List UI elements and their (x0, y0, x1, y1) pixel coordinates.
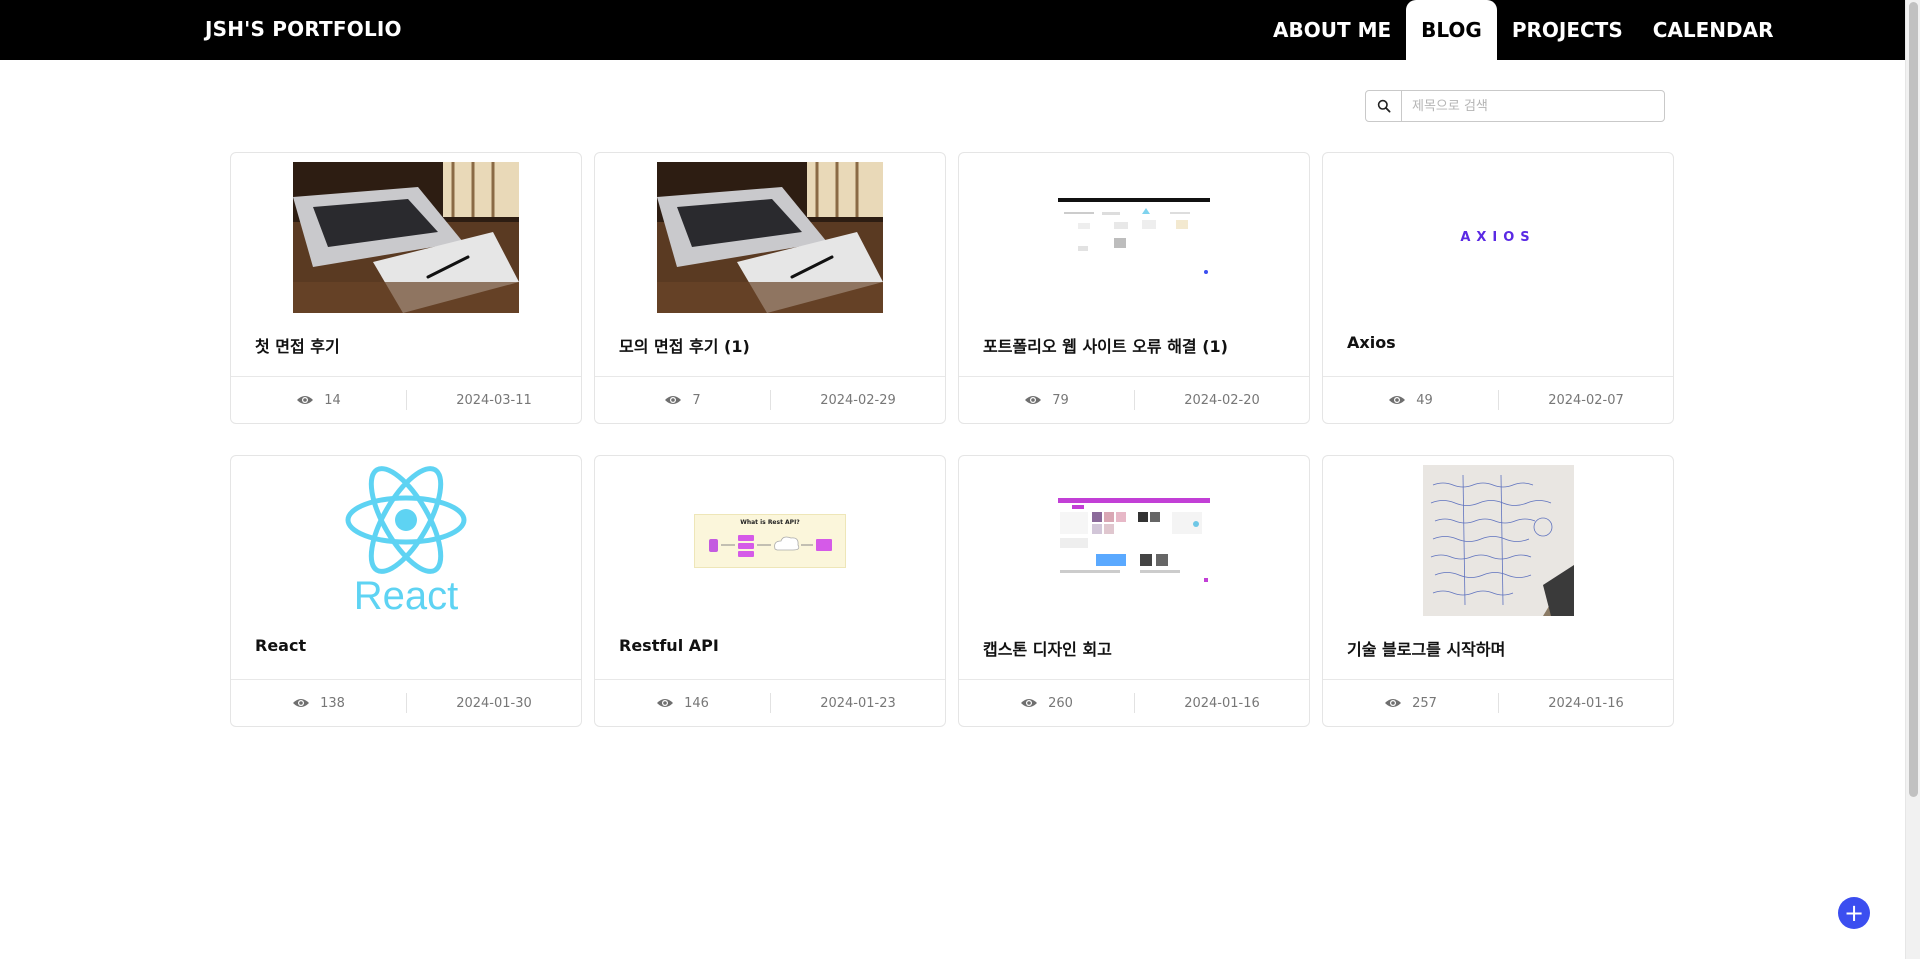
view-count-value: 7 (692, 392, 701, 408)
search-icon (1377, 99, 1391, 113)
post-card[interactable]: AXIOS Axios 49 2024-02-07 (1322, 152, 1674, 424)
post-meta: 7 2024-02-29 (595, 376, 945, 423)
post-date: 2024-02-07 (1548, 392, 1624, 408)
add-post-button[interactable]: + (1838, 897, 1870, 929)
post-thumbnail (1385, 465, 1611, 616)
nav-projects[interactable]: PROJECTS (1497, 0, 1638, 60)
post-meta: 260 2024-01-16 (959, 679, 1309, 726)
post-grid: 첫 면접 후기 14 2024-03-11 모의 면접 후기 (1) 7 202… (230, 152, 1674, 727)
post-meta: 14 2024-03-11 (231, 376, 581, 423)
view-count: 146 (595, 693, 771, 713)
nav-blog[interactable]: BLOG (1406, 0, 1497, 60)
search-input[interactable] (1402, 91, 1664, 121)
eye-icon (1021, 699, 1038, 707)
search-bar (1365, 90, 1665, 122)
search-button[interactable] (1366, 91, 1402, 121)
scrollbar-thumb[interactable] (1909, 2, 1918, 797)
view-count: 49 (1323, 390, 1499, 410)
website-screenshot (1058, 197, 1210, 278)
eye-icon (657, 699, 674, 707)
post-date: 2024-01-16 (1184, 695, 1260, 711)
view-count-value: 257 (1412, 695, 1437, 711)
post-meta: 146 2024-01-23 (595, 679, 945, 726)
view-count-value: 79 (1052, 392, 1069, 408)
eye-icon (297, 396, 314, 404)
post-card[interactable]: 첫 면접 후기 14 2024-03-11 (230, 152, 582, 424)
post-title: 캡스톤 디자인 회고 (983, 640, 1112, 659)
post-date: 2024-01-23 (820, 695, 896, 711)
view-count: 138 (231, 693, 407, 713)
design-screenshot (1058, 497, 1210, 584)
post-card[interactable]: 기술 블로그를 시작하며 257 2024-01-16 (1322, 455, 1674, 727)
nav-calendar[interactable]: CALENDAR (1638, 0, 1789, 60)
react-logo (345, 465, 467, 574)
post-card[interactable]: React React 138 2024-01-30 (230, 455, 582, 727)
eye-icon (665, 396, 682, 404)
post-card[interactable]: What is Rest API? Restful API 146 2024-0… (594, 455, 946, 727)
laptop-photo (293, 162, 519, 313)
rest-api-diagram: What is Rest API? (694, 513, 846, 568)
eye-icon (1025, 396, 1042, 404)
view-count-value: 260 (1048, 695, 1073, 711)
post-title: 첫 면접 후기 (255, 337, 340, 356)
view-count: 7 (595, 390, 771, 410)
post-title: 모의 면접 후기 (1) (619, 337, 750, 356)
post-thumbnail: AXIOS (1385, 162, 1611, 313)
post-meta: 79 2024-02-20 (959, 376, 1309, 423)
view-count: 257 (1323, 693, 1499, 713)
post-meta: 138 2024-01-30 (231, 679, 581, 726)
handwritten-notes-photo (1422, 465, 1574, 616)
eye-icon (1389, 396, 1406, 404)
eye-icon (293, 699, 310, 707)
post-thumbnail (1021, 465, 1247, 616)
post-title: Restful API (619, 636, 719, 655)
post-card[interactable]: 포트폴리오 웹 사이트 오류 해결 (1) 79 2024-02-20 (958, 152, 1310, 424)
post-date: 2024-01-16 (1548, 695, 1624, 711)
post-date: 2024-03-11 (456, 392, 532, 408)
post-title: 포트폴리오 웹 사이트 오류 해결 (1) (983, 337, 1228, 356)
post-meta: 257 2024-01-16 (1323, 679, 1673, 726)
eye-icon (1385, 699, 1402, 707)
laptop-photo (657, 162, 883, 313)
top-navbar: JSH'S PORTFOLIO ABOUT ME BLOG PROJECTS C… (0, 0, 1905, 60)
view-count-value: 146 (684, 695, 709, 711)
post-card[interactable]: 모의 면접 후기 (1) 7 2024-02-29 (594, 152, 946, 424)
post-thumbnail (657, 162, 883, 313)
post-thumbnail (293, 162, 519, 313)
page-scrollbar[interactable] (1905, 0, 1920, 959)
post-title: Axios (1347, 333, 1396, 352)
post-title: React (255, 636, 307, 655)
post-card[interactable]: 캡스톤 디자인 회고 260 2024-01-16 (958, 455, 1310, 727)
view-count: 260 (959, 693, 1135, 713)
view-count: 79 (959, 390, 1135, 410)
post-date: 2024-02-29 (820, 392, 896, 408)
plus-icon: + (1843, 899, 1865, 927)
post-thumbnail: React (293, 465, 519, 616)
post-thumbnail (1021, 162, 1247, 313)
nav-about-me[interactable]: ABOUT ME (1258, 0, 1406, 60)
view-count-value: 14 (324, 392, 341, 408)
main-nav: ABOUT ME BLOG PROJECTS CALENDAR (1258, 0, 1789, 60)
diagram-graphic (709, 534, 832, 557)
view-count-value: 138 (320, 695, 345, 711)
view-count-value: 49 (1416, 392, 1433, 408)
post-title: 기술 블로그를 시작하며 (1347, 640, 1506, 659)
post-thumbnail: What is Rest API? (657, 465, 883, 616)
post-meta: 49 2024-02-07 (1323, 376, 1673, 423)
site-brand[interactable]: JSH'S PORTFOLIO (205, 17, 402, 41)
post-date: 2024-02-20 (1184, 392, 1260, 408)
axios-logo: AXIOS (1460, 230, 1536, 245)
post-date: 2024-01-30 (456, 695, 532, 711)
react-logo-text: React (353, 573, 459, 616)
view-count: 14 (231, 390, 407, 410)
